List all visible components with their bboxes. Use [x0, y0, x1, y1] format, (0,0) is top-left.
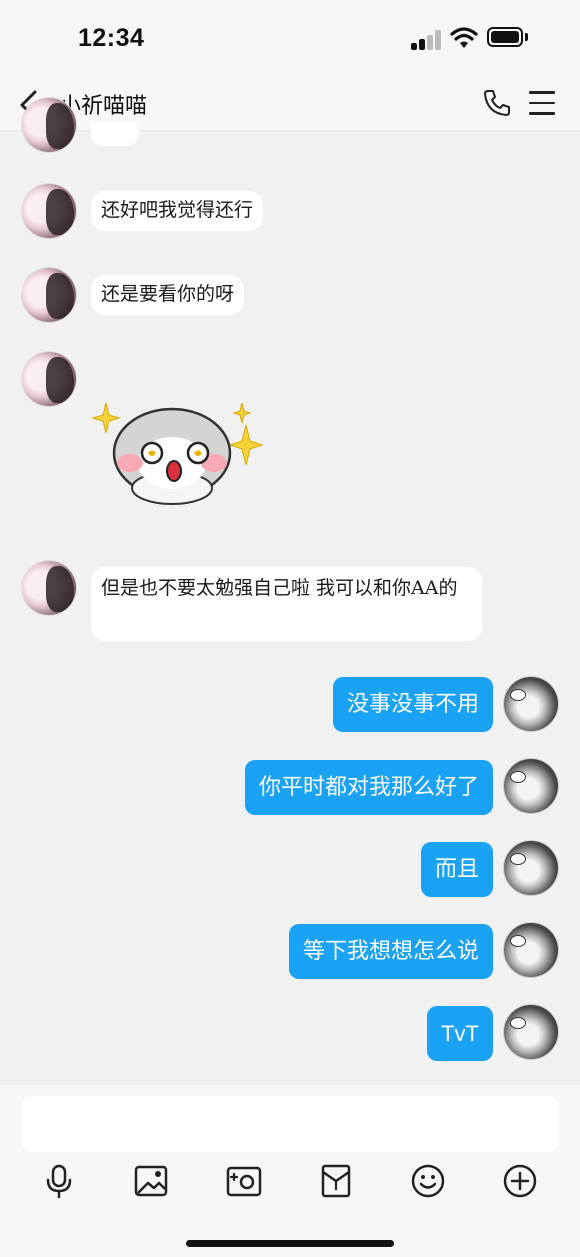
camera-icon[interactable] [226, 1163, 262, 1199]
my-avatar[interactable] [504, 1005, 558, 1059]
status-bar: 12:34 [0, 0, 580, 80]
outgoing-message: 等下我想想怎么说 [288, 924, 493, 979]
signal-icon [411, 30, 443, 50]
home-indicator [186, 1240, 394, 1247]
outgoing-message: 而且 [420, 842, 493, 897]
message-bubble-partial [91, 122, 139, 146]
contact-avatar[interactable] [22, 561, 76, 615]
battery-cap [525, 33, 528, 41]
plus-icon[interactable] [502, 1163, 538, 1199]
contact-avatar[interactable] [22, 98, 76, 152]
outgoing-message: TvT [427, 1006, 493, 1061]
incoming-message: 还好吧我觉得还行 [91, 191, 264, 231]
hamster-sticker-image[interactable] [92, 393, 268, 511]
microphone-icon[interactable] [41, 1163, 77, 1199]
contact-avatar[interactable] [22, 352, 76, 406]
incoming-message: 还是要看你的呀 [91, 275, 245, 315]
my-avatar[interactable] [504, 923, 558, 977]
outgoing-message: 你平时都对我那么好了 [244, 760, 493, 815]
wifi-icon [450, 27, 478, 48]
my-avatar[interactable] [504, 759, 558, 813]
image-icon[interactable] [133, 1163, 169, 1199]
phone-icon[interactable] [482, 88, 512, 118]
message-input[interactable] [22, 1096, 558, 1152]
contact-avatar[interactable] [22, 184, 76, 238]
battery-icon [487, 27, 523, 47]
input-bar [0, 1085, 580, 1257]
chat-header: 小祈喵喵 [0, 80, 580, 131]
my-avatar[interactable] [504, 841, 558, 895]
menu-icon[interactable] [529, 91, 555, 115]
emoji-icon[interactable] [410, 1163, 446, 1199]
incoming-message: 但是也不要太勉强自己啦 我可以和你AA的 [91, 567, 482, 641]
status-time: 12:34 [78, 24, 145, 52]
outgoing-message: 没事没事不用 [332, 677, 493, 732]
my-avatar[interactable] [504, 677, 558, 731]
contact-avatar[interactable] [22, 268, 76, 322]
red-packet-icon[interactable] [318, 1163, 354, 1199]
